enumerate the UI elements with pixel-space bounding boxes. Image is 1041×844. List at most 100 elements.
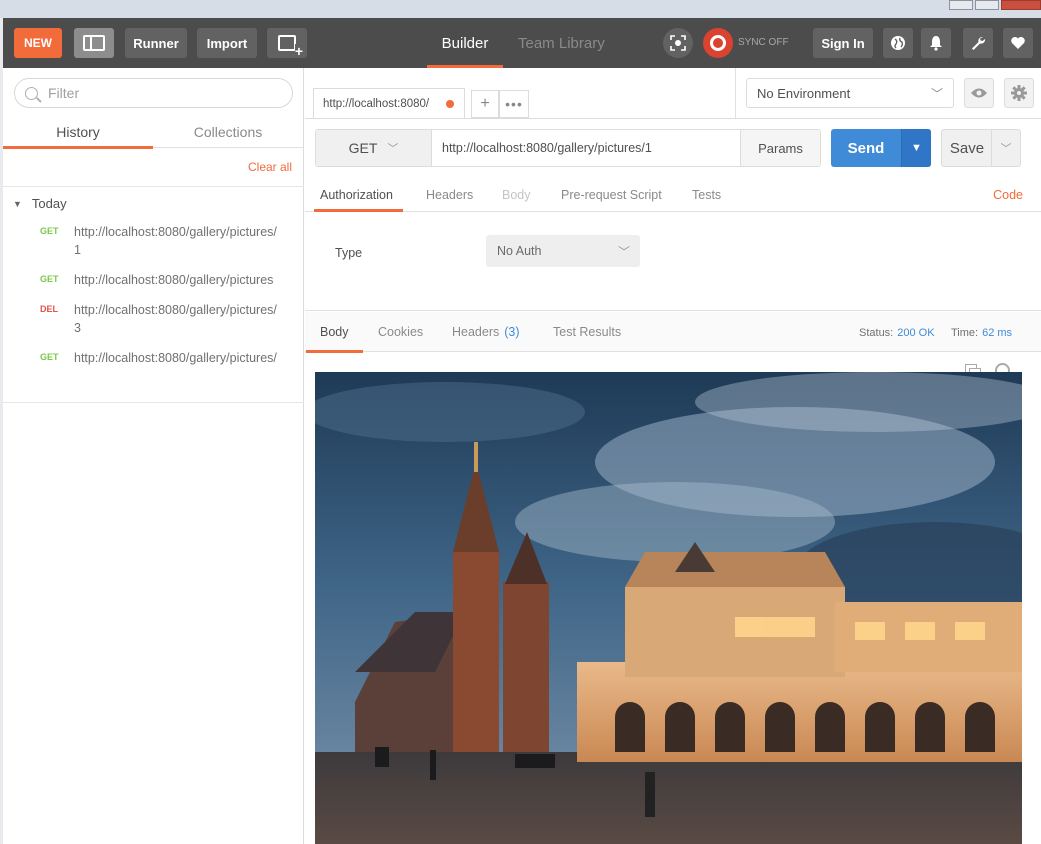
tab-cookies[interactable]: Cookies bbox=[378, 312, 423, 352]
history-item[interactable]: GET http://localhost:8080/gallery/pictur… bbox=[3, 349, 304, 389]
header-bar: NEW Runner Import Builder Team Library S… bbox=[3, 18, 1041, 68]
auth-type-label: Type bbox=[335, 246, 363, 260]
response-time: Time: 62 ms bbox=[951, 327, 1012, 339]
market-square-photo bbox=[315, 372, 1022, 844]
tab-history[interactable]: History bbox=[3, 116, 153, 149]
interceptor-button[interactable] bbox=[663, 28, 693, 58]
auth-type-select[interactable]: No Auth ﹀ bbox=[486, 235, 640, 267]
sign-in-button[interactable]: Sign In bbox=[813, 28, 873, 58]
tab-response-headers[interactable]: Headers (3) bbox=[452, 312, 520, 352]
tab-collections[interactable]: Collections bbox=[153, 116, 303, 148]
globe-button[interactable] bbox=[883, 28, 913, 58]
tab-headers[interactable]: Headers bbox=[426, 178, 473, 211]
postman-window: NEW Runner Import Builder Team Library S… bbox=[3, 18, 1041, 844]
history-item-method: GET bbox=[40, 274, 59, 284]
history-item-url: http://localhost:8080/gallery/pictures bbox=[74, 273, 274, 287]
wrench-icon bbox=[972, 36, 986, 50]
time-label: Time: bbox=[951, 327, 979, 339]
sidebar-tabs: History Collections bbox=[3, 116, 304, 149]
runner-button[interactable]: Runner bbox=[125, 28, 187, 58]
history-item[interactable]: GET http://localhost:8080/gallery/pictur… bbox=[3, 271, 304, 293]
tab-response-headers-label: Headers bbox=[452, 325, 500, 339]
history-group-label: Today bbox=[31, 196, 67, 211]
request-tab-title: http://localhost:8080/ bbox=[323, 97, 430, 110]
save-label: Save bbox=[949, 139, 985, 157]
maximize-button[interactable] bbox=[975, 0, 999, 10]
method-select[interactable]: GET ﹀ bbox=[316, 130, 432, 166]
history-item-method: DEL bbox=[40, 304, 58, 314]
eye-icon bbox=[971, 88, 987, 98]
divider bbox=[305, 118, 1041, 119]
new-window-icon bbox=[278, 35, 303, 58]
sync-icon bbox=[710, 35, 726, 51]
status-label: Status: bbox=[859, 327, 894, 339]
generate-code-link[interactable]: Code bbox=[993, 188, 1023, 202]
tab-test-results[interactable]: Test Results bbox=[553, 312, 621, 352]
window-controls bbox=[947, 0, 1041, 10]
authorization-panel: Type No Auth ﹀ bbox=[305, 213, 1041, 311]
sidebar: History Collections Clear all ▼ Today GE… bbox=[3, 68, 304, 844]
time-value: 62 ms bbox=[982, 327, 1013, 339]
auth-type-selected: No Auth bbox=[497, 244, 542, 258]
filter-field[interactable] bbox=[14, 78, 293, 108]
unsaved-dot-icon bbox=[446, 100, 454, 108]
heart-icon bbox=[1011, 37, 1025, 49]
more-tabs-button[interactable]: ••• bbox=[499, 90, 529, 118]
tab-pre-request-script[interactable]: Pre-request Script bbox=[561, 178, 662, 211]
toggle-sidebar-button[interactable] bbox=[74, 28, 114, 58]
builder-main: http://localhost:8080/ + ••• No Environm… bbox=[305, 68, 1041, 844]
tab-builder[interactable]: Builder bbox=[427, 18, 503, 68]
new-button[interactable]: NEW bbox=[14, 28, 62, 58]
notifications-button[interactable] bbox=[921, 28, 951, 58]
send-label: Send bbox=[847, 139, 885, 157]
history-item[interactable]: GET http://localhost:8080/gallery/pictur… bbox=[3, 223, 304, 263]
chevron-down-icon: ﹀ bbox=[387, 143, 399, 155]
satellite-icon bbox=[670, 35, 686, 51]
environment-quick-look-button[interactable] bbox=[964, 78, 994, 108]
clear-all-link[interactable]: Clear all bbox=[248, 160, 292, 174]
settings-button[interactable] bbox=[963, 28, 993, 58]
divider bbox=[3, 186, 304, 187]
filter-input[interactable] bbox=[48, 85, 268, 101]
divider bbox=[3, 402, 304, 403]
tab-body[interactable]: Body bbox=[502, 178, 531, 211]
manage-environments-button[interactable] bbox=[1004, 78, 1034, 108]
sidebar-layout-icon bbox=[83, 35, 105, 51]
tab-team-library[interactable]: Team Library bbox=[518, 18, 605, 68]
history-item-method: GET bbox=[40, 352, 59, 362]
save-options-button[interactable]: ﹀ bbox=[991, 130, 1020, 166]
minimize-button[interactable] bbox=[949, 0, 973, 10]
environment-bar: No Environment ﹀ bbox=[735, 68, 1041, 118]
save-button[interactable]: Save ﹀ bbox=[941, 129, 1021, 167]
environment-select[interactable]: No Environment ﹀ bbox=[746, 78, 954, 108]
send-button[interactable]: Send ▼ bbox=[831, 129, 931, 167]
sync-status-label: SYNC OFF bbox=[738, 37, 789, 48]
import-button[interactable]: Import bbox=[197, 28, 257, 58]
response-tabs: Body Cookies Headers (3) Test Results St… bbox=[305, 312, 1041, 353]
support-button[interactable] bbox=[1003, 28, 1033, 58]
tab-authorization[interactable]: Authorization bbox=[314, 178, 403, 212]
close-window-button[interactable] bbox=[1001, 0, 1041, 10]
sync-status-button[interactable] bbox=[703, 28, 733, 58]
tab-tests[interactable]: Tests bbox=[692, 178, 721, 211]
method-selected: GET bbox=[348, 140, 378, 156]
chevron-down-icon: ﹀ bbox=[617, 245, 630, 259]
desktop-background bbox=[0, 0, 1041, 18]
send-options-button[interactable]: ▼ bbox=[901, 129, 931, 167]
tab-response-body[interactable]: Body bbox=[306, 312, 362, 353]
new-window-button[interactable] bbox=[267, 28, 307, 58]
request-tab[interactable]: http://localhost:8080/ bbox=[313, 88, 465, 118]
history-item-url: http://localhost:8080/gallery/pictures/3 bbox=[74, 303, 277, 335]
url-input[interactable] bbox=[442, 130, 732, 166]
history-group-header[interactable]: ▼ Today bbox=[13, 196, 67, 211]
add-tab-button[interactable]: + bbox=[471, 90, 499, 118]
params-button[interactable]: Params bbox=[740, 130, 820, 166]
history-item[interactable]: DEL http://localhost:8080/gallery/pictur… bbox=[3, 301, 304, 341]
history-item-method: GET bbox=[40, 226, 59, 236]
status-value: 200 OK bbox=[897, 327, 935, 339]
search-icon bbox=[25, 86, 38, 100]
response-status: Status: 200 OK bbox=[859, 327, 935, 339]
request-tabs: Authorization Headers Body Pre-request S… bbox=[305, 178, 1041, 212]
globe-icon bbox=[891, 36, 905, 50]
request-url-bar: GET ﹀ Params bbox=[315, 129, 821, 167]
